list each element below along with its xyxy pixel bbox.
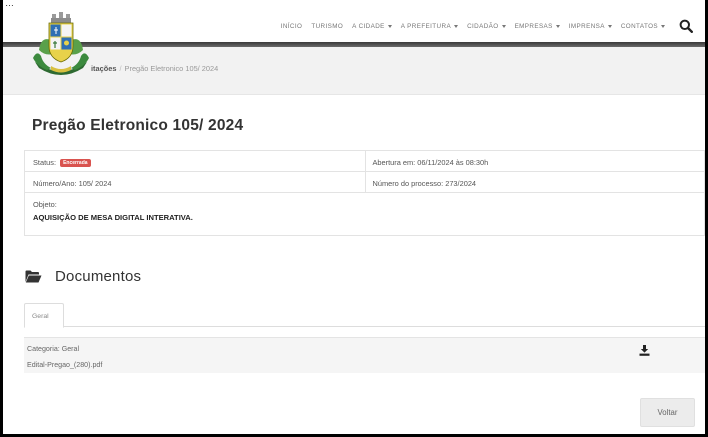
objeto-value: AQUISIÇÃO DE MESA DIGITAL INTERATIVA. [33,213,193,222]
documents-title: Documentos [55,268,142,285]
site-header: Início Turismo A Cidade A Prefeitura Cid… [3,6,705,42]
nav-a-cidade[interactable]: A Cidade [352,23,392,30]
caret-down-icon [607,24,612,28]
info-row: Número/Ano: 105/ 2024 Número do processo… [25,172,704,193]
status-cell: Status: Encerrada [25,151,365,171]
document-list-item: Categoria: Geral Edital-Pregao_(280).pdf [24,337,705,373]
search-icon[interactable] [679,19,694,34]
page-title: Pregão Eletronico 105/ 2024 [32,117,244,134]
objeto-cell: Objeto: AQUISIÇÃO DE MESA DIGITAL INTERA… [25,193,704,235]
breadcrumb: itações / Pregão Eletronico 105/ 2024 [91,64,218,73]
breadcrumb-parent[interactable]: itações [91,64,116,73]
nav-empresas[interactable]: Empresas [515,23,560,30]
info-row: Status: Encerrada Abertura em: 06/11/202… [25,151,704,172]
nav-label: Início [280,22,303,30]
city-coat-of-arms-logo[interactable] [31,10,91,76]
objeto-label: Objeto: [33,200,57,209]
nav-imprensa[interactable]: Imprensa [569,23,612,30]
download-icon[interactable] [639,343,650,356]
nav-label: Cidadão [467,22,499,30]
caret-down-icon [387,24,392,28]
documents-tabs: Geral [24,303,705,328]
nav-label: Imprensa [568,22,605,30]
processo-cell: Número do processo: 273/2024 [364,172,705,192]
nav-label: A Cidade [352,22,385,30]
breadcrumb-area: itações / Pregão Eletronico 105/ 2024 [3,47,705,95]
tab-geral[interactable]: Geral [24,303,64,328]
nav-label: A Prefeitura [400,22,452,30]
procurement-info-table: Status: Encerrada Abertura em: 06/11/202… [24,150,705,236]
nav-label: Contatos [620,22,658,30]
caret-down-icon [501,24,506,28]
back-button[interactable]: Voltar [640,398,695,427]
main-nav: Início Turismo A Cidade A Prefeitura Cid… [272,19,694,34]
breadcrumb-separator: / [119,64,122,73]
document-category: Categoria: Geral [27,345,80,353]
nav-a-prefeitura[interactable]: A Prefeitura [400,22,459,30]
nav-cidadao[interactable]: Cidadão [467,23,506,30]
caret-down-icon [661,24,665,28]
breadcrumb-current: Pregão Eletronico 105/ 2024 [124,64,219,73]
caret-down-icon [555,24,560,28]
status-label: Status: [33,158,57,167]
document-file-name[interactable]: Edital-Pregao_(280).pdf [27,361,102,369]
status-badge: Encerrada [60,159,91,167]
caret-down-icon [454,24,459,28]
nav-contatos[interactable]: Contatos [621,23,665,30]
nav-inicio[interactable]: Início [281,23,303,30]
page: … Início Turismo A Cidade A Prefeitura C… [3,0,705,434]
nav-turismo[interactable]: Turismo [311,23,343,30]
nav-label: Turismo [311,22,344,30]
numero-ano-cell: Número/Ano: 105/ 2024 [33,179,112,188]
nav-label: Empresas [514,22,553,30]
folder-open-icon [25,270,42,283]
abertura-cell: Abertura em: 06/11/2024 às 08:30h [364,151,705,171]
documents-heading: Documentos [25,268,141,285]
